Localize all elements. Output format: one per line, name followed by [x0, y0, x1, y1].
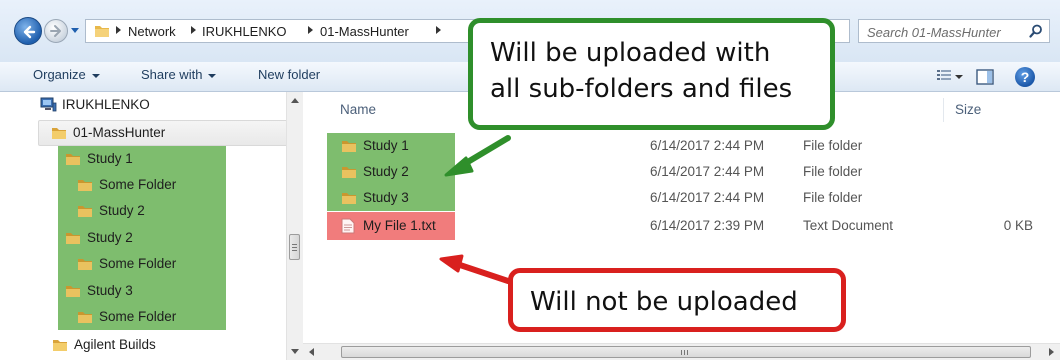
callout-will-be-uploaded: Will be uploaded with all sub-folders an… [468, 18, 835, 130]
callout-will-not-be-uploaded: Will not be uploaded [508, 268, 846, 332]
red-arrow-icon [439, 254, 511, 284]
callout-text-line: all sub-folders and files [490, 74, 793, 104]
callout-text-line: Will not be uploaded [530, 287, 798, 317]
callout-text-line: Will be uploaded with [490, 38, 771, 68]
green-arrow-icon [444, 135, 511, 177]
